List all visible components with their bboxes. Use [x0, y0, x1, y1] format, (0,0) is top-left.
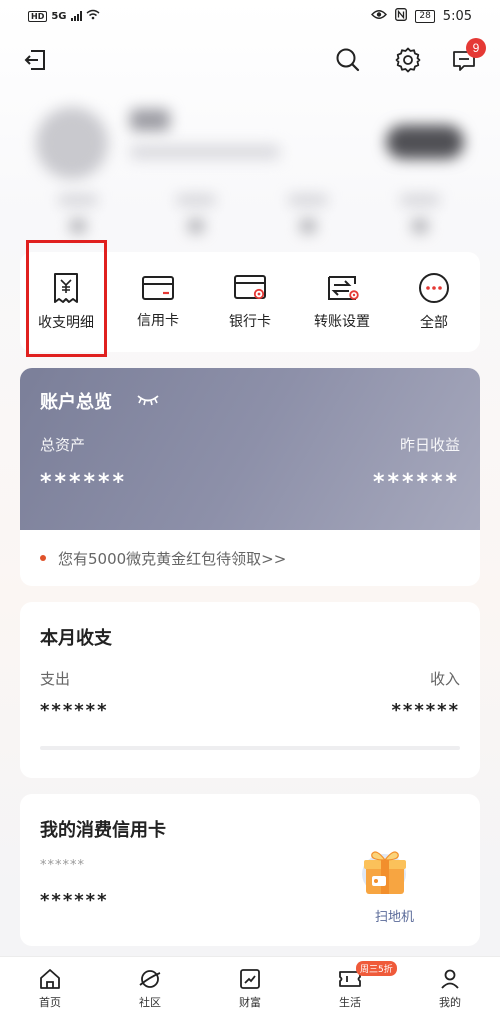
- credit-title: 我的消费信用卡: [40, 820, 166, 841]
- messages-button[interactable]: 9: [446, 38, 486, 78]
- bank-card-icon: [234, 275, 266, 300]
- stat-3-value-blur: [300, 219, 316, 233]
- stat-3-blur: [288, 195, 328, 205]
- home-icon: [40, 969, 60, 989]
- shortcut-transfer-settings[interactable]: 转账设置: [300, 252, 384, 352]
- expense-income-bar: [40, 746, 460, 750]
- shortcut-label: 银行卡: [229, 314, 271, 330]
- profile-area: [0, 95, 500, 245]
- shortcut-label: 全部: [420, 315, 448, 331]
- exit-icon: [24, 50, 45, 70]
- tab-label: 生活: [339, 996, 361, 1009]
- settings-button[interactable]: [390, 42, 426, 78]
- shortcut-all[interactable]: 全部: [392, 252, 476, 352]
- status-right: 28 5:05: [371, 7, 472, 25]
- stat-1-value-blur: [70, 219, 86, 233]
- tab-label: 社区: [139, 996, 161, 1009]
- yesterday-earnings-label: 昨日收益: [399, 436, 460, 454]
- member-button-blur[interactable]: [386, 125, 464, 159]
- gift-label: 扫地机: [374, 910, 414, 925]
- tab-label: 首页: [39, 996, 61, 1009]
- credit-card-section[interactable]: 我的消费信用卡 ****** ****** 扫地机: [20, 794, 480, 946]
- user-subtitle-blur: [130, 145, 280, 159]
- more-icon: [419, 273, 449, 303]
- shortcut-credit-card[interactable]: 信用卡: [116, 252, 200, 352]
- planet-icon: [139, 970, 161, 988]
- monthly-summary-card[interactable]: 本月收支 支出 收入 ****** ******: [20, 602, 480, 778]
- promo-text: 您有5000微克黄金红包待领取>>: [58, 549, 287, 568]
- top-nav: 9: [0, 36, 500, 84]
- expense-label: 支出: [40, 670, 71, 688]
- shortcut-transactions[interactable]: 收支明细: [24, 252, 108, 352]
- battery-indicator: 28: [415, 9, 435, 23]
- total-assets-value: ******: [40, 470, 128, 495]
- receipt-icon: [54, 273, 78, 303]
- credit-small-value: ******: [40, 858, 85, 873]
- gear-icon: [395, 47, 421, 73]
- message-badge: 9: [466, 38, 486, 58]
- tab-home[interactable]: 首页: [10, 967, 90, 1010]
- network-type: 5G: [51, 10, 67, 22]
- stat-4-blur: [400, 195, 440, 205]
- avatar[interactable]: [36, 107, 108, 179]
- tab-life[interactable]: 周三5折 生活: [310, 961, 397, 1010]
- exit-button[interactable]: [18, 42, 54, 78]
- promo-dot: [40, 555, 46, 561]
- nfc-icon: [395, 7, 408, 25]
- account-overview-card[interactable]: 账户总览 总资产 昨日收益 ****** ******: [20, 368, 480, 530]
- overview-title: 账户总览: [40, 392, 112, 413]
- search-button[interactable]: [330, 42, 366, 78]
- gift-box-icon[interactable]: [354, 842, 416, 908]
- bottom-tab-bar: 首页 社区 财富 周三5折 生活 我的: [0, 956, 500, 1020]
- income-label: 收入: [429, 670, 460, 688]
- wifi-icon: [86, 9, 100, 23]
- total-assets-label: 总资产: [40, 436, 86, 454]
- shortcut-bank-card[interactable]: 银行卡: [208, 252, 292, 352]
- yesterday-earnings-value: ******: [372, 470, 460, 495]
- stat-2-value-blur: [188, 219, 204, 233]
- tab-mine[interactable]: 我的: [410, 967, 490, 1010]
- eye-status-icon: [371, 9, 388, 24]
- stat-4-value-blur: [412, 219, 428, 233]
- shortcut-card: 收支明细 信用卡 银行卡 转账设置 全部: [20, 252, 480, 352]
- shortcut-label: 收支明细: [38, 315, 94, 331]
- shortcut-label: 转账设置: [314, 314, 370, 330]
- stat-2-blur: [176, 195, 216, 205]
- hd-indicator: HD: [28, 10, 48, 22]
- credit-big-value: ******: [40, 890, 109, 911]
- search-icon: [336, 48, 360, 72]
- tab-label: 财富: [239, 996, 261, 1009]
- trend-chart-icon: [240, 969, 260, 989]
- tab-wealth[interactable]: 财富: [210, 967, 290, 1010]
- tab-community[interactable]: 社区: [110, 967, 190, 1010]
- status-bar: HD 5G 28 5:05: [0, 0, 500, 32]
- credit-card-icon: [142, 276, 174, 300]
- clock: 5:05: [442, 8, 472, 24]
- username-blur: [130, 109, 170, 131]
- gold-promo-banner[interactable]: 您有5000微克黄金红包待领取>>: [20, 530, 480, 586]
- status-left: HD 5G: [28, 9, 100, 23]
- life-tab-badge: 周三5折: [356, 961, 397, 976]
- income-value: ******: [391, 700, 460, 721]
- monthly-title: 本月收支: [40, 628, 112, 649]
- tab-label: 我的: [439, 996, 461, 1009]
- expense-value: ******: [40, 700, 109, 721]
- shortcut-label: 信用卡: [137, 313, 179, 329]
- signal-icon: [70, 11, 82, 21]
- hide-amount-icon[interactable]: [136, 392, 160, 411]
- user-icon: [441, 969, 459, 989]
- stat-1-blur: [58, 195, 98, 205]
- transfer-icon: [328, 276, 359, 300]
